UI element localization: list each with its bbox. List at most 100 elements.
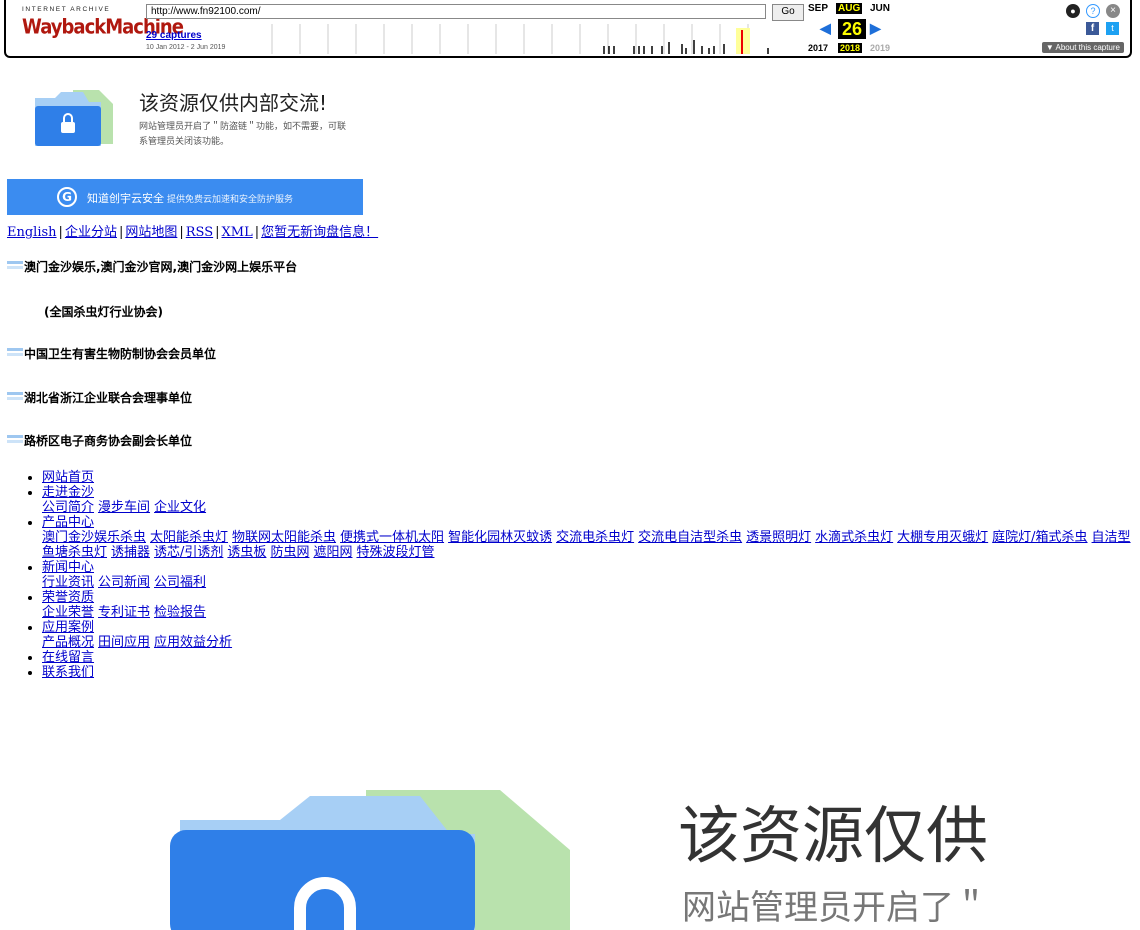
close-icon[interactable]: ×	[1106, 4, 1120, 18]
nav-sublink[interactable]: 产品概况	[42, 635, 94, 650]
link-english[interactable]: English	[7, 225, 57, 240]
nav-sublink[interactable]: 防虫网	[270, 545, 309, 560]
wayback-toolbar: INTERNET ARCHIVE WaybackMachine http://w…	[4, 0, 1132, 58]
flag-icon	[7, 435, 23, 443]
nav-item: 产品中心澳门金沙娱乐杀虫太阳能杀虫灯物联网太阳能杀虫便携式一体机太阳智能化园林灭…	[42, 515, 1140, 560]
cloud-security-banner[interactable]: G 知道创宇云安全 提供免费云加速和安全防护服务	[7, 179, 363, 215]
banner-brand: 知道创宇云安全	[87, 192, 164, 205]
big-notice-title: 该资源仅供	[678, 799, 989, 872]
url-input[interactable]: http://www.fn92100.com/	[146, 4, 766, 19]
wayback-logo[interactable]: INTERNET ARCHIVE WaybackMachine	[22, 6, 184, 40]
nav-sublink[interactable]: 诱捕器	[111, 545, 150, 560]
current-year: 2018	[838, 43, 863, 53]
notice-description: 网站管理员开启了＂防盗链＂功能，如不需要，可联系管理员关闭该功能。	[139, 122, 347, 147]
big-notice-description: 网站管理员开启了＂	[682, 888, 988, 928]
capture-sparkline[interactable]	[244, 24, 794, 54]
nav-sublinks: 公司简介 漫步车间 企业文化	[42, 500, 1140, 515]
nav-sublinks: 澳门金沙娱乐杀虫 太阳能杀虫灯 物联网太阳能杀虫 便携式一体机太阳 智能化园林灭蚊诱 交流…	[42, 530, 1140, 560]
nav-item: 荣誉资质企业荣誉专利证书检验报告	[42, 590, 1140, 620]
about-capture-button[interactable]: ▼ About this capture	[1041, 42, 1124, 53]
heading-site-title: 澳门金沙娱乐,澳门金沙官网,澳门金沙网上娱乐平台	[7, 258, 297, 275]
nav-sublink[interactable]: 水滴式杀虫灯	[815, 530, 893, 545]
prev-capture-arrow-icon[interactable]: ◀	[820, 20, 831, 37]
nav-link[interactable]: 产品中心	[42, 515, 94, 530]
nav-link[interactable]: 网站首页	[42, 470, 94, 485]
date-range: 10 Jan 2012 - 2 Jun 2019	[146, 44, 226, 51]
nav-sublink[interactable]: 诱芯/引诱剂	[154, 545, 223, 560]
twitter-icon[interactable]: t	[1106, 22, 1119, 35]
link-xml[interactable]: XML	[222, 225, 253, 240]
nav-sublink[interactable]: 应用效益分析	[154, 635, 232, 650]
nav-link[interactable]: 荣誉资质	[42, 590, 94, 605]
lock-folder-icon	[35, 90, 113, 146]
flag-icon	[7, 348, 23, 356]
nav-link[interactable]: 联系我们	[42, 665, 94, 680]
nav-sublinks: 产品概况 田间应用 应用效益分析	[42, 635, 1140, 650]
nav-sublink[interactable]: 遮阳网	[313, 545, 352, 560]
nav-sublink[interactable]: 便携式一体机太阳	[340, 530, 444, 545]
nav-sublink[interactable]: 专利证书	[98, 605, 150, 620]
banner-subtitle: 提供免费云加速和安全防护服务	[167, 195, 294, 205]
current-month: AUG	[836, 3, 863, 14]
heading-member: 中国卫生有害生物防制协会会员单位	[7, 345, 216, 362]
nav-sublink[interactable]: 智能化园林灭蚊诱	[448, 530, 552, 545]
association-label: (全国杀虫灯行业协会)	[44, 305, 163, 319]
nav-sublink[interactable]: 公司福利	[154, 575, 206, 590]
nav-sublink[interactable]: 企业文化	[154, 500, 206, 515]
nav-sublink[interactable]: 漫步车间	[98, 500, 150, 515]
heading-council: 湖北省浙江企业联合会理事单位	[7, 389, 192, 406]
nav-sublink[interactable]: 交流电自洁型杀虫	[638, 530, 742, 545]
nav-item: 应用案例产品概况田间应用应用效益分析	[42, 620, 1140, 650]
nav-sublink[interactable]: 诱虫板	[227, 545, 266, 560]
nav-sublink[interactable]: 公司新闻	[98, 575, 150, 590]
next-year: 2019	[870, 43, 891, 53]
prev-year[interactable]: 2017	[808, 43, 828, 53]
user-icon[interactable]: ●	[1066, 4, 1080, 18]
nav-item: 走进金沙公司简介漫步车间企业文化	[42, 485, 1140, 515]
prev-month[interactable]: SEP	[808, 3, 828, 14]
nav-sublink[interactable]: 透景照明灯	[746, 530, 811, 545]
facebook-icon[interactable]: f	[1086, 22, 1099, 35]
captures-link[interactable]: 29 captures	[146, 30, 202, 41]
nav-sublink[interactable]: 澳门金沙娱乐杀虫	[42, 530, 146, 545]
link-inquiry[interactable]: 您暂无新询盘信息！	[261, 225, 378, 240]
link-rss[interactable]: RSS	[186, 225, 213, 240]
nav-sublink[interactable]: 行业资讯	[42, 575, 94, 590]
cloud-shield-icon: G	[57, 187, 77, 207]
nav-sublink[interactable]: 特殊波段灯管	[356, 545, 434, 560]
wayback-logo-text: WaybackMachine	[22, 15, 184, 40]
nav-link[interactable]: 应用案例	[42, 620, 94, 635]
nav-sublink[interactable]: 企业荣誉	[42, 605, 94, 620]
next-month: JUN	[870, 3, 891, 14]
nav-item: 网站首页	[42, 470, 1140, 485]
nav-sublink[interactable]: 检验报告	[154, 605, 206, 620]
nav-sublink[interactable]: 交流电杀虫灯	[556, 530, 634, 545]
next-capture-arrow-icon[interactable]: ▶	[870, 20, 881, 37]
current-day: 26	[838, 19, 866, 39]
nav-sublink[interactable]: 公司简介	[42, 500, 94, 515]
nav-sublink[interactable]: 物联网太阳能杀虫	[232, 530, 336, 545]
nav-sublinks: 企业荣誉 专利证书 检验报告	[42, 605, 1140, 620]
nav-sublinks: 行业资讯 公司新闻 公司福利	[42, 575, 1140, 590]
nav-sublink[interactable]: 大棚专用灭蛾灯	[897, 530, 988, 545]
flag-icon	[7, 261, 23, 269]
flag-icon	[7, 392, 23, 400]
nav-item: 联系我们	[42, 665, 1140, 680]
big-lock-folder-icon	[170, 790, 570, 930]
nav-sublink[interactable]: 庭院灯/箱式杀虫	[992, 530, 1087, 545]
heading-vice-president: 路桥区电子商务协会副会长单位	[7, 432, 192, 449]
month-nav: SEP AUG JUN ◀ 26 ▶ 2017 2018 2019	[808, 3, 898, 55]
nav-link[interactable]: 在线留言	[42, 650, 94, 665]
nav-link[interactable]: 走进金沙	[42, 485, 94, 500]
link-sitemap[interactable]: 网站地图	[125, 225, 177, 240]
nav-item: 新闻中心行业资讯公司新闻公司福利	[42, 560, 1140, 590]
go-button[interactable]: Go	[772, 4, 804, 21]
main-nav: 网站首页走进金沙公司简介漫步车间企业文化产品中心澳门金沙娱乐杀虫太阳能杀虫灯物联…	[24, 470, 1140, 680]
nav-sublink[interactable]: 太阳能杀虫灯	[150, 530, 228, 545]
ia-label: INTERNET ARCHIVE	[22, 6, 111, 13]
link-branches[interactable]: 企业分站	[65, 225, 117, 240]
nav-sublink[interactable]: 田间应用	[98, 635, 150, 650]
nav-link[interactable]: 新闻中心	[42, 560, 94, 575]
help-icon[interactable]: ?	[1086, 4, 1100, 18]
top-links: English | 企业分站 | 网站地图 | RSS | XML | 您暂无新询盘信息！	[7, 225, 379, 240]
